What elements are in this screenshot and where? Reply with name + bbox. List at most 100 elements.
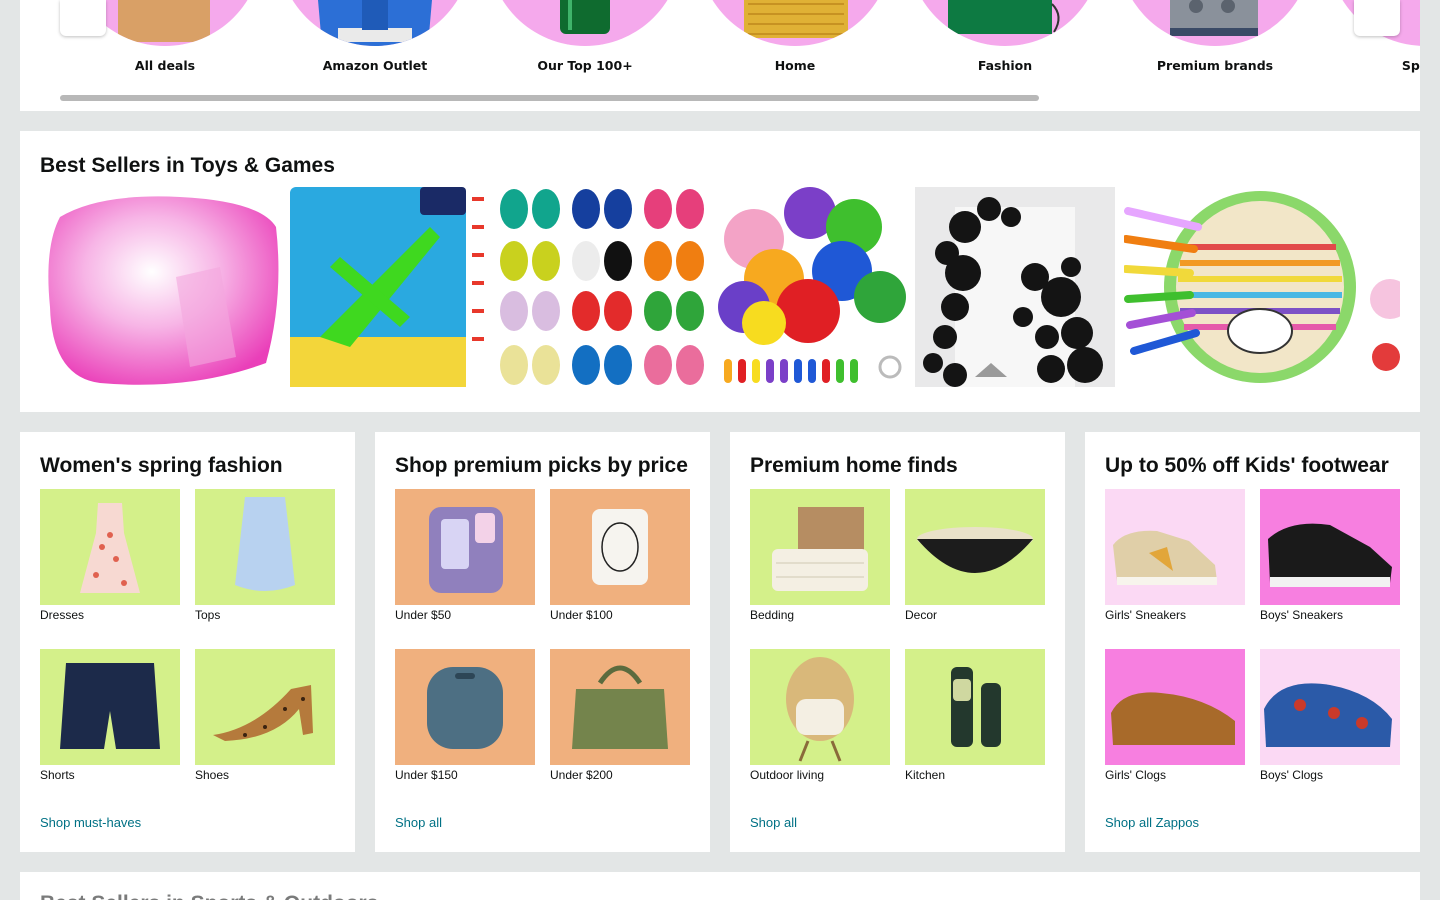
- deal-label: Fashion: [977, 58, 1033, 73]
- tile-decor[interactable]: Decor: [905, 489, 1045, 622]
- espresso-machine-icon: [1170, 0, 1258, 36]
- card-title: Up to 50% off Kids' footwear: [1105, 454, 1389, 477]
- tile-kitchen[interactable]: Kitchen: [905, 649, 1045, 782]
- product-needoh-cube[interactable]: [40, 187, 284, 387]
- card-title: Shop premium picks by price: [395, 454, 688, 477]
- tile-under-100[interactable]: Under $100: [550, 489, 690, 622]
- eggmazing-image: [1124, 191, 1356, 383]
- product-mini-gliders[interactable]: [290, 187, 490, 387]
- deal-label: Amazon Outlet: [322, 58, 428, 73]
- clog-icon: [1111, 692, 1235, 745]
- tile-boys-clogs[interactable]: Boys' Clogs: [1260, 649, 1400, 782]
- bedding-icon: [772, 507, 868, 591]
- tile-label: Girls' Clogs: [1105, 768, 1166, 782]
- balloons-image: [718, 187, 906, 383]
- card-title: Premium home finds: [750, 454, 958, 477]
- balloon-arch-image: [915, 187, 1115, 387]
- tile-shoes[interactable]: Shoes: [195, 649, 335, 782]
- egg-chair-icon: [786, 657, 854, 762]
- card-title: Women's spring fashion: [40, 454, 283, 477]
- carousel-scrollbar[interactable]: [60, 95, 1039, 101]
- tile-label: Outdoor living: [750, 768, 825, 782]
- tile-label: Girls' Sneakers: [1105, 608, 1186, 622]
- tile-under-200[interactable]: Under $200: [550, 649, 690, 782]
- hoodie-icon: [318, 0, 432, 46]
- dress-icon: [80, 503, 140, 593]
- tile-label: Boys' Sneakers: [1260, 608, 1343, 622]
- deal-label: Home: [774, 58, 816, 73]
- deal-fashion[interactable]: Fashion: [908, 0, 1102, 80]
- tile-bedding[interactable]: Bedding: [750, 489, 890, 622]
- tile-girls-sneakers[interactable]: Girls' Sneakers: [1105, 489, 1245, 622]
- speaker-icon: [427, 667, 503, 749]
- shorts-icon: [60, 663, 160, 749]
- tile-boys-sneakers[interactable]: Boys' Sneakers: [1260, 489, 1400, 622]
- shop-link[interactable]: Shop all: [395, 815, 442, 830]
- tile-dresses[interactable]: Dresses: [40, 489, 180, 622]
- deals-carousel: All deals Amazon Outlet Our Top 100+ Hom…: [20, 0, 1420, 111]
- card-premium-home: Premium home finds Bedding Decor Outdoor…: [730, 432, 1065, 852]
- section-title: Best Sellers in Sports & Outdoors: [40, 892, 378, 900]
- tile-label: Under $200: [550, 768, 613, 782]
- tile-girls-clogs[interactable]: Girls' Clogs: [1105, 649, 1245, 782]
- deal-label: Spring: [1401, 58, 1420, 73]
- tile-label: Bedding: [750, 608, 795, 622]
- heel-icon: [213, 685, 313, 741]
- tile-under-50[interactable]: Under $50: [395, 489, 535, 622]
- carousel-next-button[interactable]: [1354, 0, 1400, 36]
- top-icon: [235, 497, 295, 591]
- bottle-icon: [560, 0, 610, 34]
- deal-label: Our Top 100+: [537, 58, 633, 73]
- tile-label: Shorts: [40, 768, 75, 782]
- shop-link[interactable]: Shop must-haves: [40, 815, 141, 830]
- product-black-balloon-arch[interactable]: [915, 187, 1115, 387]
- product-balloons[interactable]: [714, 187, 908, 387]
- card-womens-spring-fashion: Women's spring fashion Dresses Tops Shor…: [20, 432, 355, 852]
- pillow-icon: [744, 0, 848, 38]
- deal-top-100[interactable]: Our Top 100+: [488, 0, 682, 80]
- needoh-image: [48, 196, 279, 385]
- tile-label: Kitchen: [905, 768, 946, 782]
- tile-label: Tops: [195, 608, 221, 622]
- carousel-prev-button[interactable]: [60, 0, 106, 36]
- deal-label: Premium brands: [1156, 58, 1274, 73]
- product-squishy[interactable]: [1368, 187, 1400, 387]
- card-kids-footwear: Up to 50% off Kids' footwear Girls' Snea…: [1085, 432, 1420, 852]
- product-easter-eggs[interactable]: [498, 187, 708, 387]
- eggs-image: [500, 189, 704, 385]
- tile-under-150[interactable]: Under $150: [395, 649, 535, 782]
- deals-track: All deals Amazon Outlet Our Top 100+ Hom…: [60, 0, 1420, 80]
- tile-label: Dresses: [40, 608, 85, 622]
- squishy-image: [1370, 279, 1400, 371]
- bowl-candle-icon: [917, 527, 1033, 573]
- card-premium-picks: Shop premium picks by price Under $50 Un…: [375, 432, 710, 852]
- deal-premium-brands[interactable]: Premium brands: [1118, 0, 1312, 80]
- blender-icon: [951, 667, 1001, 747]
- section-title: Best Sellers in Toys & Games: [40, 154, 335, 177]
- candle-icon: [592, 509, 648, 585]
- product-eggmazing[interactable]: [1124, 187, 1364, 387]
- sneaker-icon: [1268, 523, 1392, 587]
- shop-link[interactable]: Shop all Zappos: [1105, 815, 1199, 830]
- shop-link[interactable]: Shop all: [750, 815, 797, 830]
- tile-label: Shoes: [195, 768, 230, 782]
- tile-label: Decor: [905, 608, 938, 622]
- tile-tops[interactable]: Tops: [195, 489, 335, 622]
- tile-label: Under $150: [395, 768, 458, 782]
- bestsellers-sports: Best Sellers in Sports & Outdoors: [20, 872, 1420, 900]
- gliders-image: [290, 187, 484, 387]
- bag-icon: [948, 0, 1060, 34]
- handbag-icon: [572, 665, 668, 749]
- clog-icon: [1264, 683, 1392, 747]
- tile-outdoor-living[interactable]: Outdoor living: [750, 649, 890, 782]
- deal-label: All deals: [134, 58, 196, 73]
- tile-label: Under $50: [395, 608, 452, 622]
- tile-label: Boys' Clogs: [1260, 768, 1323, 782]
- tile-shorts[interactable]: Shorts: [40, 649, 180, 782]
- deal-amazon-outlet[interactable]: Amazon Outlet: [278, 0, 472, 80]
- deal-home[interactable]: Home: [698, 0, 892, 80]
- cosmetic-bag-icon: [429, 507, 503, 593]
- sneaker-icon: [1113, 530, 1217, 585]
- tile-label: Under $100: [550, 608, 613, 622]
- bestsellers-toys: Best Sellers in Toys & Games: [20, 131, 1420, 412]
